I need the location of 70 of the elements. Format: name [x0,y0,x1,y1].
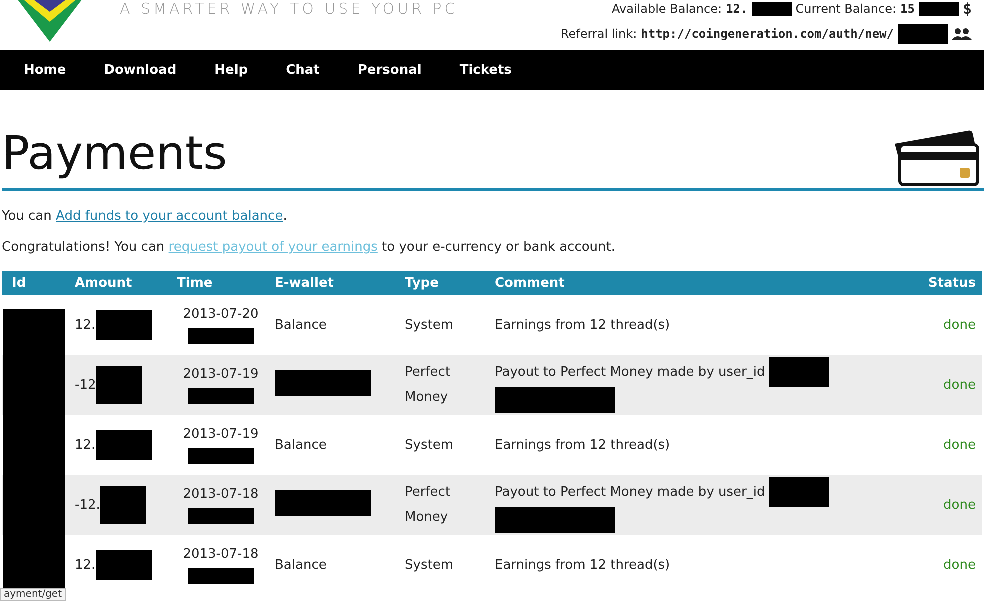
table-cell: 2013-07-18 [183,546,259,562]
status-bar: ayment/get [0,588,66,601]
status-text: done [944,318,976,332]
redaction-block [752,2,792,16]
table-cell-text: System [405,556,454,574]
nav-link[interactable]: Tickets [460,62,512,78]
referral-url: http://coingeneration.com/auth/new/ [641,27,894,41]
page-title: Payments [2,126,228,180]
column-header: Status [927,276,977,290]
table-cell: Balance [275,318,327,332]
table-cell: 2013-07-19 [183,366,259,382]
table-cell: 12. [75,438,96,452]
info-text: Congratulations! You can request payout of your earnings to your e-currency or bank account. [2,240,617,255]
table-cell-text: Perfect Money [405,364,452,407]
table-cell: Balance [275,438,327,452]
nav-link[interactable]: Chat [286,62,320,78]
redaction-block [96,550,152,580]
redaction-block [100,486,146,524]
redaction-block [188,328,254,344]
table-cell: Earnings from 12 thread(s) [495,558,670,572]
column-header: Amount [74,276,134,290]
table-cell: Payout to Perfect Money made by user_id [495,484,766,500]
redaction-block [918,2,959,16]
table-cell: Payout to Perfect Money made by user_id [495,364,766,380]
table-cell: 2013-07-18 [183,486,259,502]
referral-label: Referral link: [560,27,638,41]
balance-label: Current Balance: [796,2,897,16]
text-link[interactable]: Add funds to your account balance [56,209,284,224]
nav-link[interactable]: Home [24,62,66,78]
table-cell: 12. [75,558,96,572]
table-cell-text: System [405,316,454,334]
column-header: Time [176,276,214,290]
redaction-block [898,24,948,44]
column-header: E-wallet [274,276,336,290]
users-icon [952,28,972,40]
redaction-block [188,508,254,524]
status-text: done [944,438,976,452]
redaction-block [96,366,142,404]
balance-value: 12. [726,2,748,16]
status-text: done [944,378,976,392]
status-text: done [944,558,976,572]
column-header: Type [404,276,440,290]
table-cell-text: Perfect Money [405,484,452,527]
redaction-block [188,448,254,464]
currency-sign: $ [962,0,972,18]
nav-link[interactable]: Personal [358,62,422,78]
info-text: You can Add funds to your account balance. [2,209,288,224]
table-cell: -12. [75,498,100,512]
redaction-block [96,310,152,340]
table-cell: 2013-07-20 [183,306,259,322]
nav-link[interactable]: Help [214,62,248,78]
table-cell: -12 [75,378,96,392]
nav-link[interactable]: Download [104,62,177,78]
status-text: done [944,498,976,512]
redaction-block [769,357,830,387]
column-header: Id [11,276,28,290]
table-cell: Balance [275,558,327,572]
redaction-block [188,568,254,584]
table-cell: 2013-07-19 [183,426,259,442]
redaction-block [96,430,152,460]
tagline: A SMARTER WAY TO USE YOUR PC [120,0,458,18]
redaction-block [769,477,830,507]
balance-label: Available Balance: [612,2,722,16]
table-cell: 12. [75,318,96,332]
balance-value: 15 [900,2,915,16]
table-cell-text: System [405,436,454,454]
table-cell: Earnings from 12 thread(s) [495,438,670,452]
table-cell: Earnings from 12 thread(s) [495,318,670,332]
redaction-block [188,388,254,404]
column-header: Comment [494,276,566,290]
